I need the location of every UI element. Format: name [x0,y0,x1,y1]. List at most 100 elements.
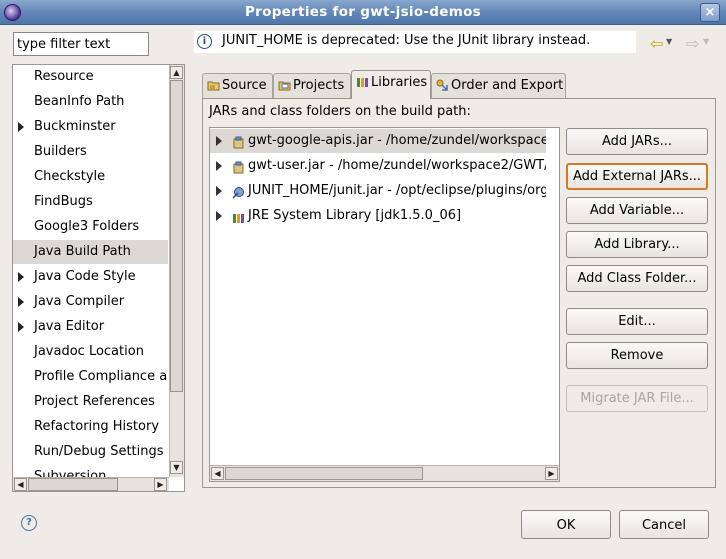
nav-tree-item[interactable]: Run/Debug Settings [13,440,168,464]
jar-icon [232,134,245,149]
scroll-up-arrow-icon[interactable]: ▲ [170,66,183,79]
expand-arrow-icon[interactable] [18,297,24,307]
add-external-jars-button[interactable]: Add External JARs... [566,163,708,190]
tab-label: Order and Export [451,78,564,93]
nav-tree-item[interactable]: Java Compiler [13,290,168,314]
tab-label: Libraries [371,75,428,90]
nav-tree-item-label: Refactoring History [34,419,160,434]
tab-order-and-export[interactable]: Order and Export [431,73,566,98]
build-path-list[interactable]: gwt-google-apis.jar - /home/zundel/works… [209,127,560,482]
library-icon [357,78,368,87]
tab-source[interactable]: Source [202,73,273,98]
nav-tree-item-label: Run/Debug Settings [34,444,164,459]
migrate-jar-button: Migrate JAR File... [566,385,708,412]
ok-button[interactable]: OK [521,510,611,539]
window-title: Properties for gwt-jsio-demos [244,4,482,20]
nav-tree-item[interactable]: Java Build Path [13,240,168,264]
library-icon [232,209,245,223]
build-path-entry[interactable]: gwt-user.jar - /home/zundel/workspace2/G… [210,154,546,178]
nav-tree-item[interactable]: FindBugs [13,190,168,214]
tab-label: Projects [293,78,345,93]
title-bar[interactable]: Properties for gwt-jsio-demos × [0,0,726,25]
forward-arrow-icon[interactable]: ⇨ [686,34,699,53]
build-path-heading: JARs and class folders on the build path… [209,104,471,119]
expand-arrow-icon[interactable] [216,136,222,146]
build-path-entry[interactable]: JRE System Library [jdk1.5.0_06] [210,204,546,228]
order-export-icon [436,79,448,91]
add-variable-button[interactable]: Add Variable... [566,197,708,224]
expand-arrow-icon[interactable] [216,211,222,221]
nav-tree-item[interactable]: Builders [13,140,168,164]
info-message: JUNIT_HOME is deprecated: Use the JUnit … [222,33,591,48]
cancel-button[interactable]: Cancel [619,510,709,539]
forward-dropdown-icon[interactable]: ▼ [703,37,709,46]
nav-tree-item[interactable]: BeanInfo Path [13,90,168,114]
tree-vertical-scrollbar[interactable]: ▲ ▼ [169,65,184,477]
edit-button[interactable]: Edit... [566,308,708,335]
add-jars-button[interactable]: Add JARs... [566,128,708,155]
nav-tree-item-label: Java Editor [34,319,105,334]
nav-tree-item[interactable]: Resource [13,65,168,89]
nav-tree-item-label: Java Code Style [34,269,136,284]
help-icon[interactable]: ? [21,515,37,531]
nav-tree-item-label: Java Build Path [34,244,131,259]
scrollbar-thumb[interactable] [225,467,423,480]
add-class-folder-button[interactable]: Add Class Folder... [566,265,708,292]
expand-arrow-icon[interactable] [216,186,222,196]
source-folder-icon [207,81,220,91]
expand-arrow-icon[interactable] [18,122,24,132]
nav-tree-item-label: Checkstyle [34,169,106,184]
nav-tree-item-label: Javadoc Location [34,344,144,359]
nav-tree-item-label: Project References [34,394,155,409]
scroll-left-arrow-icon[interactable]: ◀ [211,467,224,480]
nav-tree-item-label: Builders [34,144,87,159]
list-horizontal-scrollbar[interactable]: ◀ ▶ [210,465,559,481]
build-path-entry-label: JUNIT_HOME/junit.jar - /opt/eclipse/plug… [248,183,546,198]
scrollbar-thumb[interactable] [28,478,118,491]
scroll-right-arrow-icon[interactable]: ▶ [545,467,558,480]
nav-tree-item[interactable]: Checkstyle [13,165,168,189]
nav-tree-item[interactable]: Refactoring History [13,415,168,439]
property-page-tree[interactable]: Resource BeanInfo Path Buckminster Builders… [12,64,185,492]
message-bar: i JUNIT_HOME is deprecated: Use the JUni… [194,31,636,53]
close-button[interactable]: × [700,3,720,22]
nav-tree-item[interactable]: Project References [13,390,168,414]
nav-tree-item[interactable]: Google3 Folders [13,215,168,239]
nav-tree-item-label: Buckminster [34,119,116,134]
nav-tree-item-label: Profile Compliance ar [34,369,168,384]
tree-horizontal-scrollbar[interactable]: ◀ ▶ [13,477,169,491]
nav-tree-item-label: Resource [34,69,94,84]
build-path-entry[interactable]: gwt-google-apis.jar - /home/zundel/works… [210,129,546,153]
info-icon: i [197,34,212,49]
nav-tree-item-label: FindBugs [34,194,93,209]
nav-tree-item[interactable]: Javadoc Location [13,340,168,364]
back-dropdown-icon[interactable]: ▼ [666,37,672,46]
expand-arrow-icon[interactable] [18,272,24,282]
back-arrow-icon[interactable]: ⇦ [650,34,663,53]
nav-tree-item[interactable]: Buckminster [13,115,168,139]
nav-tree-item[interactable]: Profile Compliance ar [13,365,168,389]
build-path-entry-label: gwt-user.jar - /home/zundel/workspace2/G… [248,158,546,173]
nav-tree-item[interactable]: Java Code Style [13,265,168,289]
add-library-button[interactable]: Add Library... [566,231,708,258]
build-path-entry[interactable]: JUNIT_HOME/junit.jar - /opt/eclipse/plug… [210,179,546,203]
expand-arrow-icon[interactable] [18,322,24,332]
nav-tree-item[interactable]: Java Editor [13,315,168,339]
nav-tree-item-label: Google3 Folders [34,219,140,234]
tab-label: Source [222,78,267,93]
scroll-right-arrow-icon[interactable]: ▶ [154,478,167,491]
build-path-entry-label: JRE System Library [jdk1.5.0_06] [248,208,462,223]
remove-button[interactable]: Remove [566,342,708,369]
nav-tree-item-label: BeanInfo Path [34,94,125,109]
scroll-left-arrow-icon[interactable]: ◀ [14,478,27,491]
tab-libraries[interactable]: Libraries [351,70,431,99]
scroll-down-arrow-icon[interactable]: ▼ [170,461,183,474]
scrollbar-thumb[interactable] [170,80,183,392]
tab-projects[interactable]: Projects [273,73,351,98]
jar-icon [232,159,245,174]
variable-icon [232,184,245,199]
expand-arrow-icon[interactable] [216,161,222,171]
nav-tree-item-label: Java Compiler [34,294,125,309]
build-path-entry-label: gwt-google-apis.jar - /home/zundel/works… [248,133,546,148]
filter-input[interactable] [13,32,149,56]
